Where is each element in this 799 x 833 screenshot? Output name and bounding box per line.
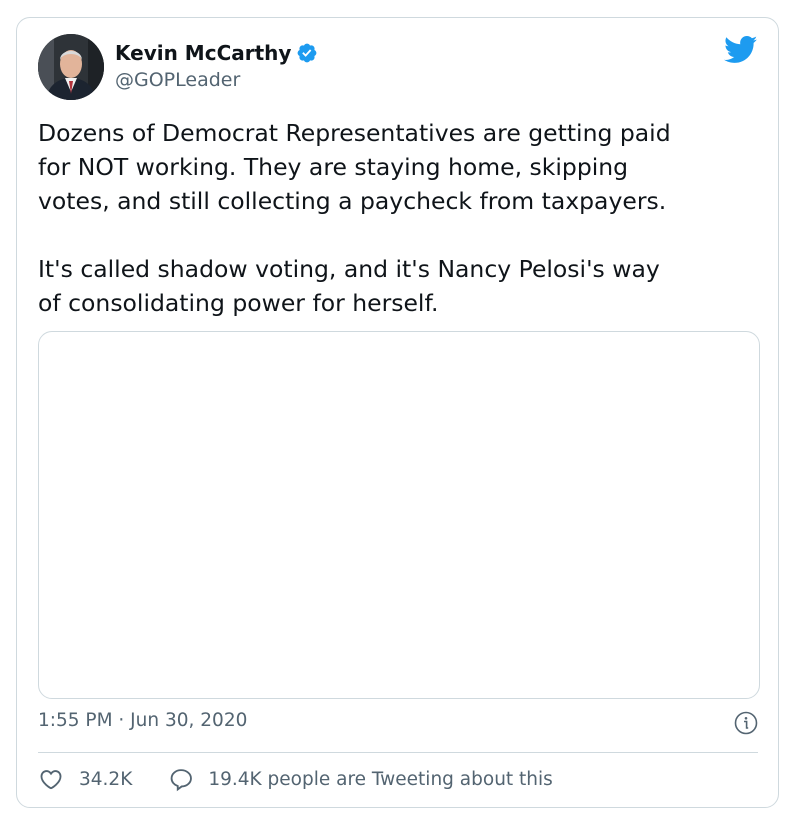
tweet-timestamp[interactable]: 1:55 PM · Jun 30, 2020 <box>38 710 247 731</box>
info-icon[interactable] <box>734 711 758 735</box>
tweet-card: Kevin McCarthy @GOPLeader Dozens of Demo… <box>16 17 779 808</box>
author-name[interactable]: Kevin McCarthy <box>115 41 291 65</box>
verified-badge-icon <box>298 43 317 63</box>
author-name-row: Kevin McCarthy <box>115 41 318 65</box>
speech-bubble-icon <box>170 769 193 792</box>
like-button[interactable]: 34.2K <box>38 766 132 792</box>
tweeting-about-text: 19.4K people are Tweeting about this <box>208 768 553 790</box>
avatar[interactable] <box>38 34 104 100</box>
like-count: 34.2K <box>79 768 133 790</box>
tweeting-about-link[interactable]: 19.4K people are Tweeting about this <box>168 766 553 792</box>
twitter-bird-icon[interactable] <box>724 36 758 64</box>
heart-icon <box>40 770 62 790</box>
author-handle[interactable]: @GOPLeader <box>115 69 240 91</box>
tweet-text: Dozens of Democrat Representatives are g… <box>38 119 671 317</box>
tweet-media-placeholder[interactable] <box>38 331 760 699</box>
divider <box>38 752 758 753</box>
engagement-bar: 34.2K 19.4K people are Tweeting about th… <box>38 766 553 792</box>
